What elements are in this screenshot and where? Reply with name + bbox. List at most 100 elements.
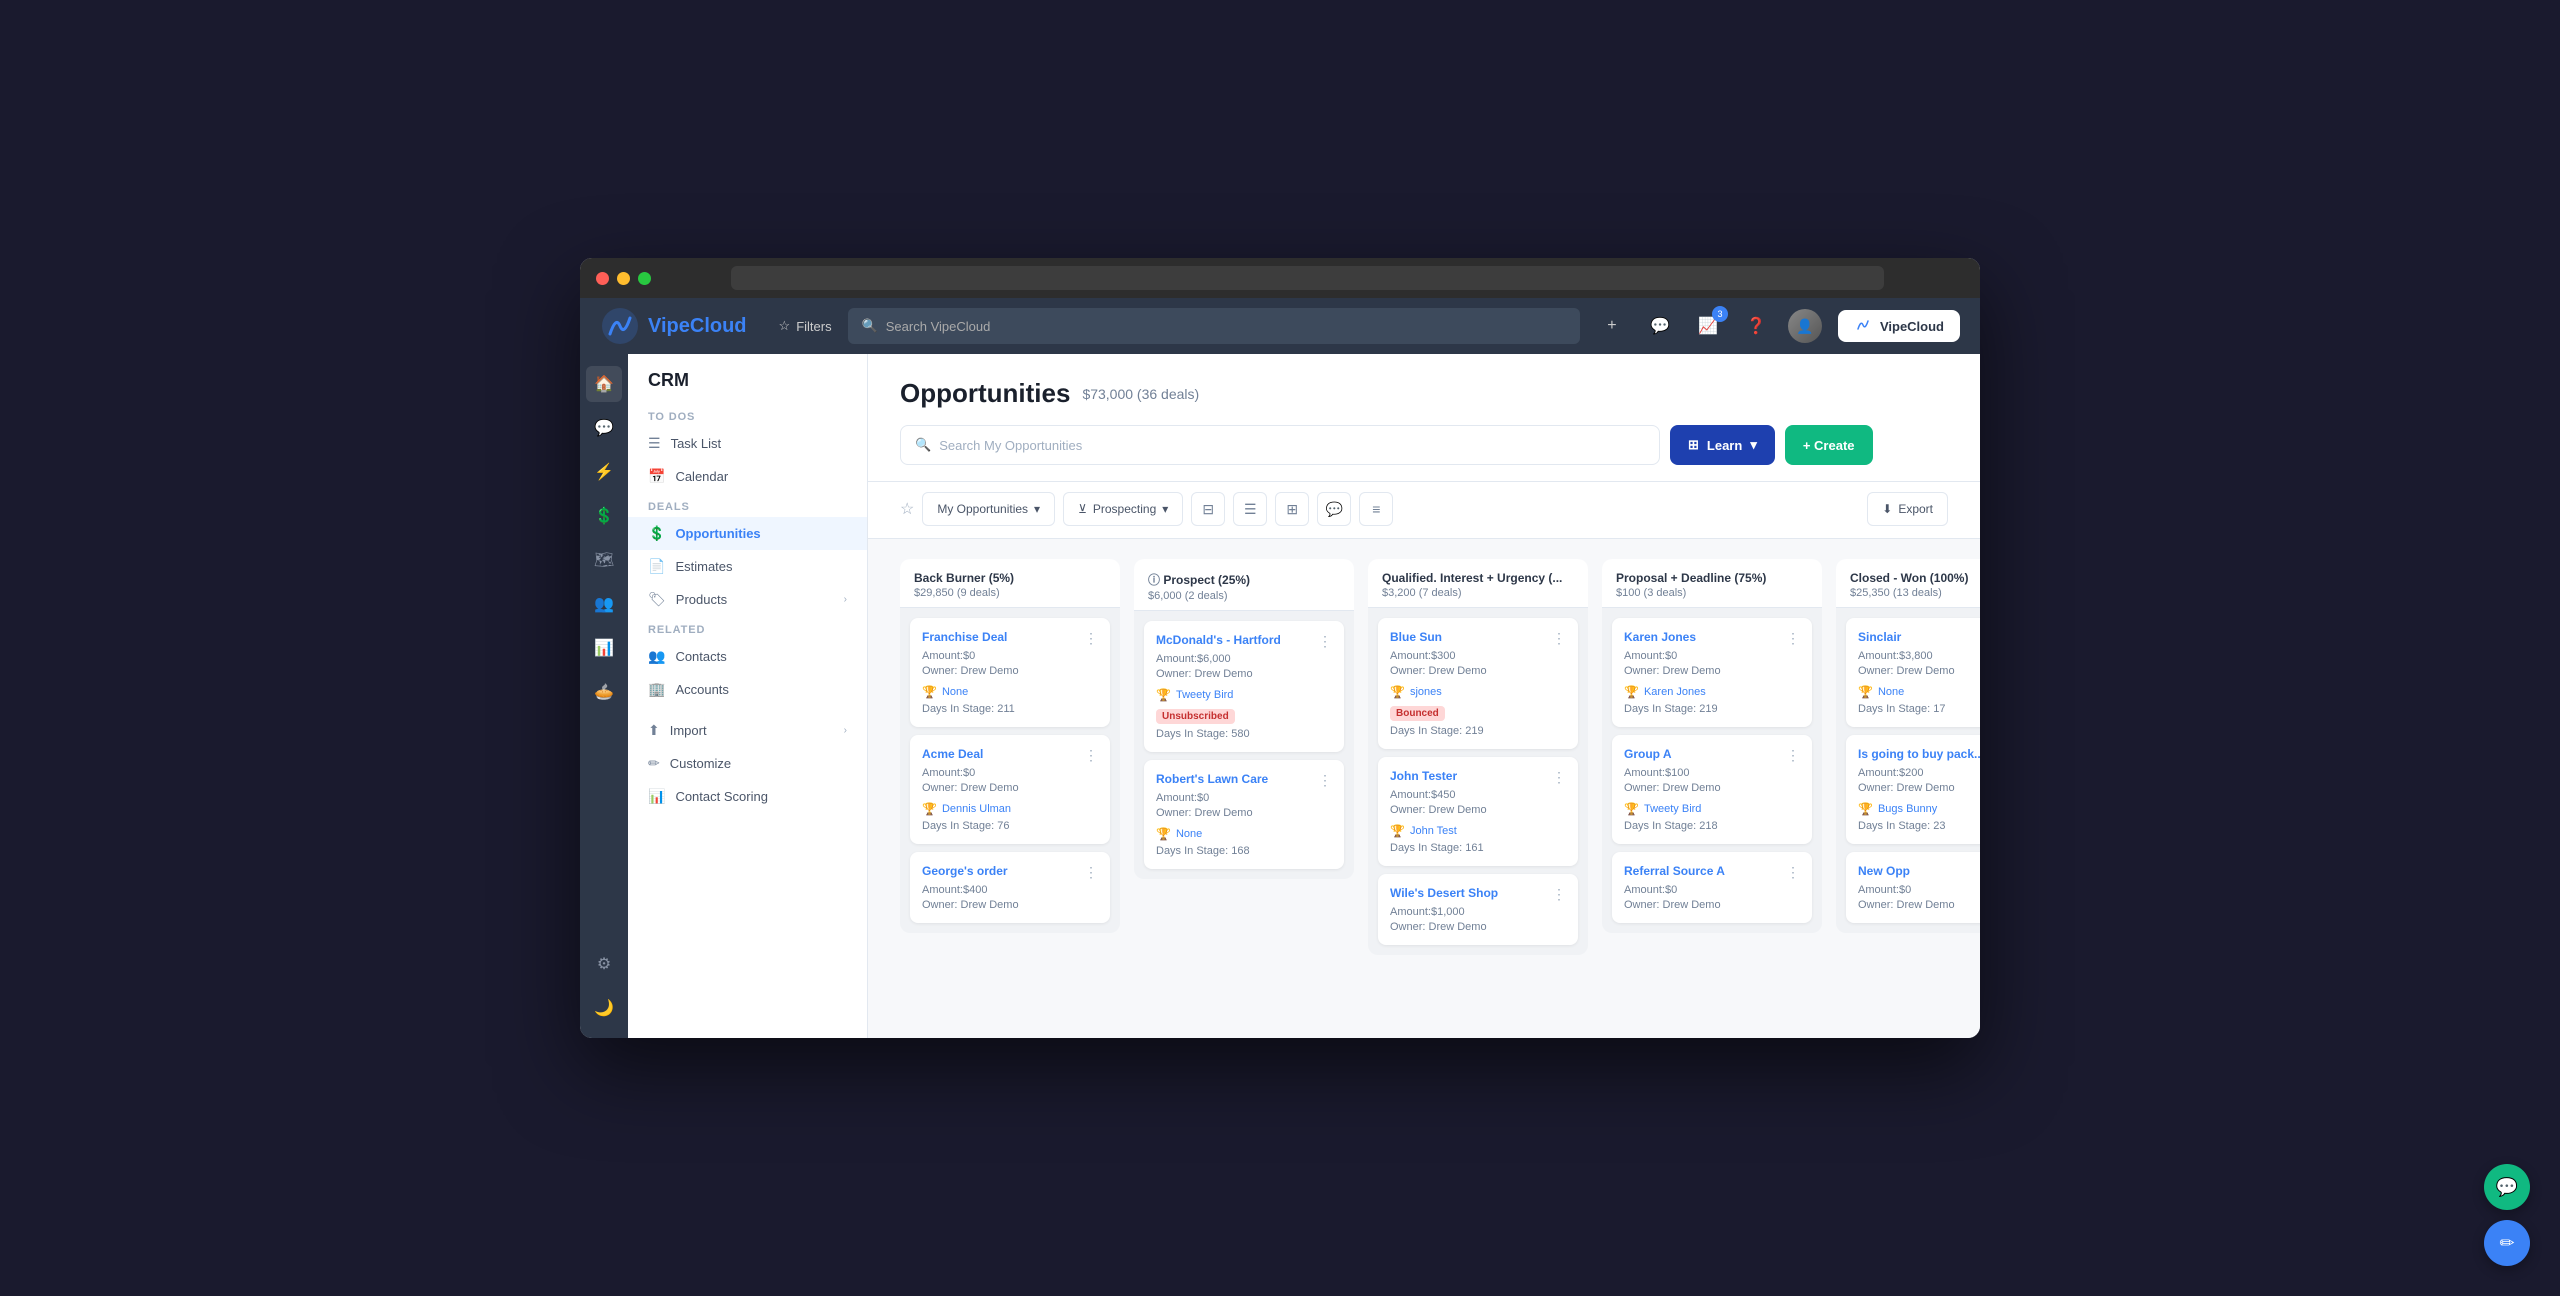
sidebar-item-estimates[interactable]: 📄 Estimates bbox=[628, 550, 867, 583]
export-button[interactable]: ⬇ Export bbox=[1867, 492, 1948, 526]
import-chevron-icon: › bbox=[844, 725, 847, 736]
sidebar-item-calendar[interactable]: 📅 Calendar bbox=[628, 460, 867, 493]
card-owner: Owner: Drew Demo bbox=[1624, 899, 1800, 911]
trophy-name[interactable]: Karen Jones bbox=[1644, 686, 1706, 698]
logo-text: VipeCloud bbox=[648, 315, 747, 338]
trophy-name[interactable]: John Test bbox=[1410, 825, 1457, 837]
messages-button[interactable]: 💬 bbox=[1644, 310, 1676, 342]
card-header: Acme Deal ⋮ bbox=[922, 747, 1098, 764]
url-bar[interactable] bbox=[731, 266, 1884, 290]
card-menu-icon[interactable]: ⋮ bbox=[1780, 630, 1800, 647]
sidebar-icon-settings[interactable]: ⚙ bbox=[586, 946, 622, 982]
col-title-qualified: Qualified. Interest + Urgency (... bbox=[1382, 571, 1574, 585]
brand-button[interactable]: VipeCloud bbox=[1838, 310, 1960, 342]
sidebar-icon-users[interactable]: 👥 bbox=[586, 586, 622, 622]
card-name[interactable]: John Tester bbox=[1390, 769, 1546, 785]
opportunities-icon: 💲 bbox=[648, 525, 665, 542]
sidebar-item-opportunities[interactable]: 💲 Opportunities bbox=[628, 517, 867, 550]
card-name[interactable]: New Opp bbox=[1858, 864, 1980, 880]
card-menu-icon[interactable]: ⋮ bbox=[1546, 886, 1566, 903]
floating-buttons: 💬 ✏ bbox=[2484, 1164, 2530, 1266]
logo[interactable]: VipeCloud bbox=[600, 306, 747, 346]
prospecting-filter[interactable]: ⊻ Prospecting ▾ bbox=[1063, 492, 1183, 526]
my-opportunities-filter[interactable]: My Opportunities ▾ bbox=[922, 492, 1055, 526]
trophy-name[interactable]: Bugs Bunny bbox=[1878, 803, 1937, 815]
filters-label: Filters bbox=[796, 319, 831, 334]
favorite-star-icon[interactable]: ☆ bbox=[900, 499, 914, 519]
card-owner: Owner: Drew Demo bbox=[1624, 782, 1800, 794]
card-name[interactable]: Group A bbox=[1624, 747, 1780, 763]
add-button[interactable]: + bbox=[1596, 310, 1628, 342]
card-menu-icon[interactable]: ⋮ bbox=[1078, 630, 1098, 647]
create-button[interactable]: + Create bbox=[1785, 425, 1873, 465]
col-subtitle-closed-won: $25,350 (13 deals) bbox=[1850, 587, 1980, 599]
sidebar-item-accounts[interactable]: 🏢 Accounts bbox=[628, 673, 867, 706]
card-name[interactable]: Blue Sun bbox=[1390, 630, 1546, 646]
card-name[interactable]: Referral Source A bbox=[1624, 864, 1780, 880]
card-menu-icon[interactable]: ⋮ bbox=[1780, 747, 1800, 764]
notifications-button[interactable]: 📈 3 bbox=[1692, 310, 1724, 342]
sidebar-icon-moon[interactable]: 🌙 bbox=[586, 990, 622, 1026]
sidebar-item-contacts[interactable]: 👥 Contacts bbox=[628, 640, 867, 673]
kanban-col-proposal: Proposal + Deadline (75%) $100 (3 deals)… bbox=[1602, 559, 1822, 933]
card-owner: Owner: Drew Demo bbox=[922, 782, 1098, 794]
global-search[interactable]: 🔍 Search VipeCloud bbox=[848, 308, 1580, 344]
user-avatar[interactable]: 👤 bbox=[1788, 309, 1822, 343]
trophy-name[interactable]: Tweety Bird bbox=[1176, 689, 1233, 701]
card-menu-icon[interactable]: ⋮ bbox=[1312, 633, 1332, 650]
list-view-button[interactable]: ☰ bbox=[1233, 492, 1267, 526]
card-name[interactable]: George's order bbox=[922, 864, 1078, 880]
card-owner: Owner: Drew Demo bbox=[1858, 899, 1980, 911]
card-trophy: 🏆 None bbox=[1156, 827, 1332, 841]
card-menu-icon[interactable]: ⋮ bbox=[1312, 772, 1332, 789]
trophy-name[interactable]: Dennis Ulman bbox=[942, 803, 1011, 815]
card-name[interactable]: Franchise Deal bbox=[922, 630, 1078, 646]
page-subtitle: $73,000 (36 deals) bbox=[1082, 386, 1199, 402]
col-title-prospect: ⓘ Prospect (25%) bbox=[1148, 571, 1340, 588]
card-menu-icon[interactable]: ⋮ bbox=[1546, 769, 1566, 786]
sidebar-icon-chart[interactable]: 📊 bbox=[586, 630, 622, 666]
estimates-label: Estimates bbox=[675, 559, 732, 574]
card-owner: Owner: Drew Demo bbox=[1390, 804, 1566, 816]
filters-button[interactable]: ☆ Filters bbox=[779, 318, 832, 334]
card-name[interactable]: Wile's Desert Shop bbox=[1390, 886, 1546, 902]
sidebar-icon-dollar[interactable]: 💲 bbox=[586, 498, 622, 534]
sidebar-item-customize[interactable]: ✏ Customize bbox=[628, 747, 867, 780]
card-menu-icon[interactable]: ⋮ bbox=[1780, 864, 1800, 881]
kanban-view-button[interactable]: ⊞ bbox=[1275, 492, 1309, 526]
sidebar-item-products[interactable]: 🏷 Products › bbox=[628, 583, 867, 616]
close-button[interactable] bbox=[596, 272, 609, 285]
card-menu-icon[interactable]: ⋮ bbox=[1078, 747, 1098, 764]
card-name[interactable]: Is going to buy pack... bbox=[1858, 747, 1980, 763]
opportunity-search[interactable]: 🔍 Search My Opportunities bbox=[900, 425, 1660, 465]
card-menu-icon[interactable]: ⋮ bbox=[1546, 630, 1566, 647]
maximize-button[interactable] bbox=[638, 272, 651, 285]
card-view-button[interactable]: ⊟ bbox=[1191, 492, 1225, 526]
message-view-button[interactable]: 💬 bbox=[1317, 492, 1351, 526]
trophy-name[interactable]: sjones bbox=[1410, 686, 1442, 698]
sidebar-icon-map[interactable]: 🗺 bbox=[586, 542, 622, 578]
card-trophy: 🏆 sjones bbox=[1390, 685, 1566, 699]
sidebar-item-task-list[interactable]: ☰ Task List bbox=[628, 427, 867, 460]
sidebar-icon-home[interactable]: 🏠 bbox=[586, 366, 622, 402]
sidebar-icon-chat[interactable]: 💬 bbox=[586, 410, 622, 446]
sidebar-item-import[interactable]: ⬆ Import › bbox=[628, 714, 867, 747]
edit-float-button[interactable]: ✏ bbox=[2484, 1220, 2530, 1266]
card-name[interactable]: Acme Deal bbox=[922, 747, 1078, 763]
sidebar-item-contact-scoring[interactable]: 📊 Contact Scoring bbox=[628, 780, 867, 813]
card-menu-icon[interactable]: ⋮ bbox=[1078, 864, 1098, 881]
help-button[interactable]: ❓ bbox=[1740, 310, 1772, 342]
advanced-filter-button[interactable]: ≡ bbox=[1359, 492, 1393, 526]
minimize-button[interactable] bbox=[617, 272, 630, 285]
chat-float-button[interactable]: 💬 bbox=[2484, 1164, 2530, 1210]
sidebar-icon-pie[interactable]: 🥧 bbox=[586, 674, 622, 710]
trophy-name[interactable]: Tweety Bird bbox=[1644, 803, 1701, 815]
card-name[interactable]: Sinclair bbox=[1858, 630, 1980, 646]
learn-button[interactable]: ⊞ Learn ▾ bbox=[1670, 425, 1775, 465]
card-name[interactable]: Karen Jones bbox=[1624, 630, 1780, 646]
card-trophy: 🏆 Karen Jones bbox=[1624, 685, 1800, 699]
card-karen-jones: Karen Jones ⋮ Amount:$0 Owner: Drew Demo… bbox=[1612, 618, 1812, 727]
card-name[interactable]: Robert's Lawn Care bbox=[1156, 772, 1312, 788]
card-name[interactable]: McDonald's - Hartford bbox=[1156, 633, 1312, 649]
sidebar-icon-lightning[interactable]: ⚡ bbox=[586, 454, 622, 490]
